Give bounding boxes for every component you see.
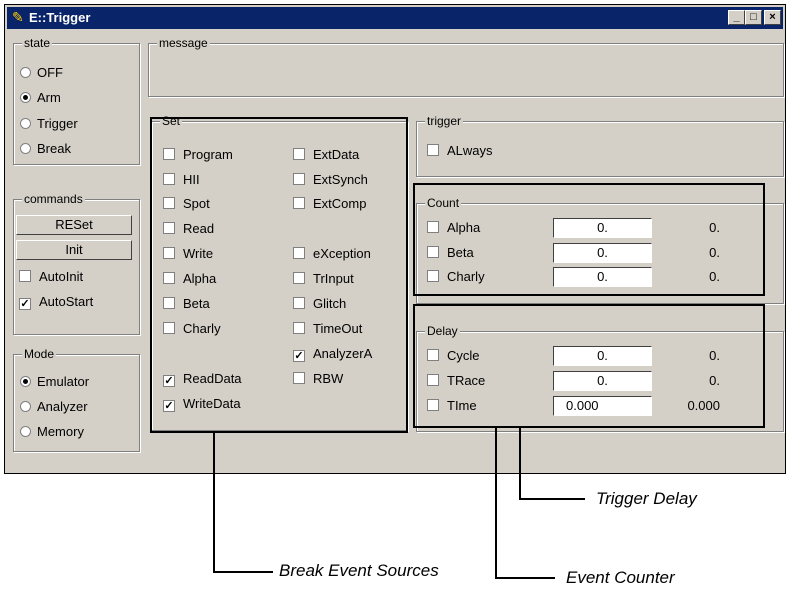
always-checkbox[interactable]: ALways <box>427 143 493 159</box>
autostart-checkbox[interactable]: ✓ AutoStart <box>19 294 93 310</box>
event-counter-callout: Event Counter <box>566 568 675 587</box>
trigger-delay-highlight <box>413 304 765 428</box>
message-group-label: message <box>157 36 210 50</box>
init-button[interactable]: Init <box>16 240 132 260</box>
break-sources-leader <box>213 431 215 573</box>
window-title: E::Trigger <box>29 10 91 25</box>
commands-group-label: commands <box>22 192 85 206</box>
trigger-delay-leader-h <box>519 498 585 500</box>
autoinit-checkbox[interactable]: AutoInit <box>19 269 83 285</box>
break-sources-highlight <box>150 117 408 433</box>
break-sources-callout: Break Event Sources <box>279 561 439 580</box>
reset-button[interactable]: RESet <box>16 215 132 235</box>
trigger-delay-leader <box>519 426 521 500</box>
mode-emulator-radio[interactable]: Emulator <box>20 374 89 390</box>
trigger-group-label: trigger <box>425 114 464 128</box>
close-button[interactable]: × <box>764 10 781 25</box>
event-counter-highlight <box>413 183 765 296</box>
state-arm-radio[interactable]: Arm <box>20 90 61 106</box>
event-counter-leader-h <box>495 577 555 579</box>
break-sources-leader-h <box>213 571 273 573</box>
mode-group-label: Mode <box>22 347 57 361</box>
maximize-button[interactable]: □ <box>745 10 762 25</box>
title-bar: ✎ E::Trigger _ □ × <box>7 7 783 29</box>
mode-analyzer-radio[interactable]: Analyzer <box>20 399 88 415</box>
event-counter-leader <box>495 426 497 579</box>
mode-memory-radio[interactable]: Memory <box>20 424 84 440</box>
state-off-radio[interactable]: OFF <box>20 65 63 81</box>
state-trigger-radio[interactable]: Trigger <box>20 116 78 132</box>
minimize-button[interactable]: _ <box>728 10 745 25</box>
wrench-icon: ✎ <box>12 9 24 25</box>
state-break-radio[interactable]: Break <box>20 141 71 157</box>
trigger-delay-callout: Trigger Delay <box>596 489 697 508</box>
message-group: message <box>148 36 784 97</box>
state-group-label: state <box>22 36 53 50</box>
